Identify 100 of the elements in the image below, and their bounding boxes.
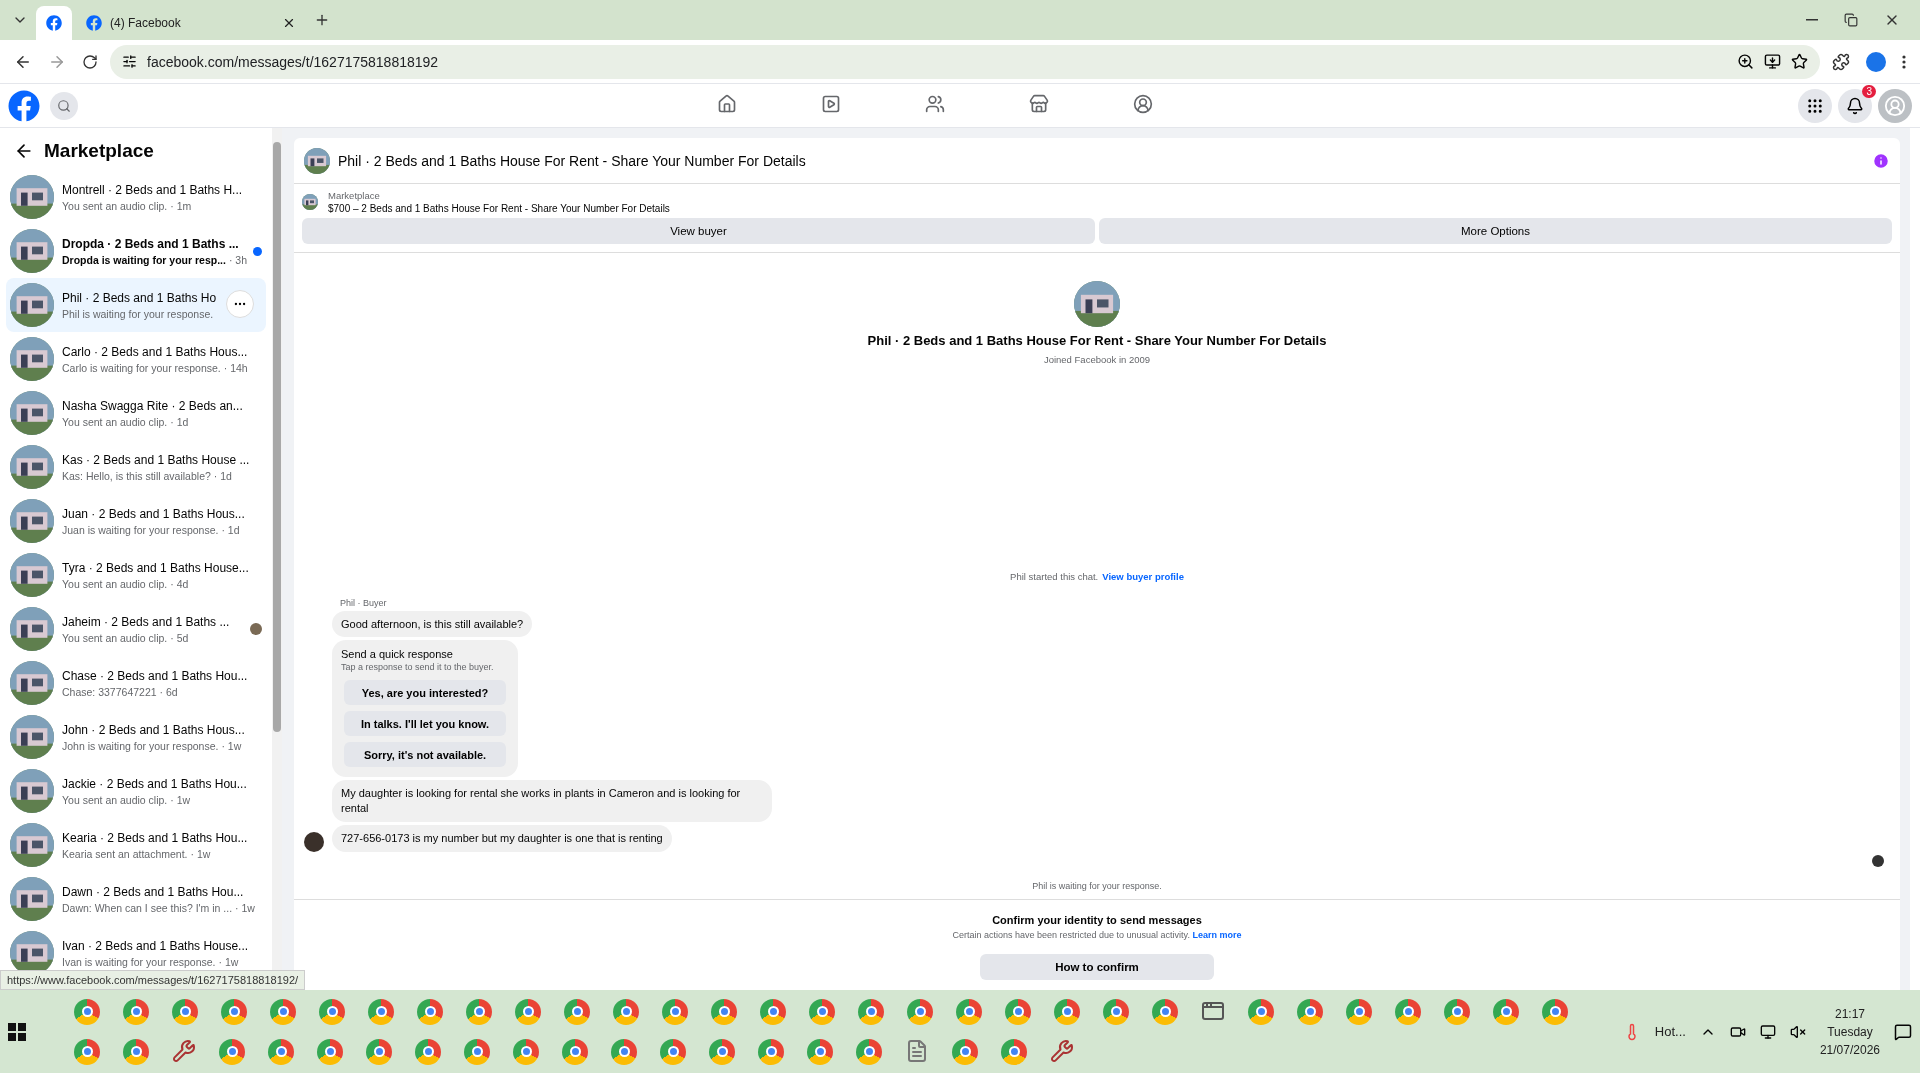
browser-icon[interactable] (1493, 998, 1519, 1025)
view-buyer-profile-link[interactable]: View buyer profile (1102, 570, 1184, 582)
browser-icon[interactable] (807, 1038, 833, 1065)
scrollbar[interactable] (1910, 128, 1920, 990)
conversation-item[interactable]: Phil · 2 Beds and 1 Baths Ho Phil is waiting for your response. (6, 278, 266, 332)
menu-grid-button[interactable] (1798, 88, 1832, 123)
browser-icon[interactable] (417, 998, 443, 1025)
notification-count: 3 (1862, 84, 1876, 98)
browser-icon[interactable] (219, 1038, 245, 1065)
conversation-item[interactable]: Montrell · 2 Beds and 1 Baths H... You sent an audio clip. · 1m (6, 170, 266, 224)
browser-icon[interactable] (711, 998, 737, 1025)
profile-avatar-icon (1866, 51, 1886, 72)
conversation-item[interactable]: Dropda · 2 Beds and 1 Baths ... Dropda is waiting for your resp... · 3h (6, 224, 266, 278)
message-preview: Juan is waiting for your response. (62, 523, 219, 536)
quick-response-button[interactable]: In talks. I'll let you know. (344, 711, 506, 737)
browser-icon[interactable] (952, 1038, 978, 1065)
browser-icon[interactable] (513, 1038, 539, 1065)
conversation-item[interactable]: Chase · 2 Beds and 1 Baths Hou... Chase: 3377647221 · 6d (6, 656, 266, 710)
how-to-confirm-button[interactable]: How to confirm (980, 954, 1214, 980)
message-time: · 1d (170, 415, 189, 428)
browser-icon[interactable] (613, 998, 639, 1025)
message-time: · 5d (170, 631, 189, 644)
weather-text[interactable]: Hot... (1654, 1024, 1686, 1039)
action-button[interactable]: More Options (1099, 218, 1892, 244)
browser-icon[interactable] (611, 1038, 637, 1065)
browser-icon[interactable] (515, 998, 541, 1025)
conversation-item[interactable]: Juan · 2 Beds and 1 Baths Hous... Juan is waiting for your response. · 1d (6, 494, 266, 548)
browser-icon[interactable] (270, 998, 296, 1025)
conversation-item[interactable]: Nasha Swagga Rite · 2 Beds an... You sent an audio clip. · 1d (6, 386, 266, 440)
browser-icon[interactable] (1152, 998, 1178, 1025)
conversation-title: Kas · 2 Beds and 1 Baths House ... (62, 452, 250, 467)
browser-icon[interactable] (123, 1038, 149, 1065)
home-icon (717, 94, 737, 114)
conversation-item[interactable]: Tyra · 2 Beds and 1 Baths House... You sent an audio clip. · 4d (6, 548, 266, 602)
browser-tab[interactable]: (4) Facebook (76, 6, 306, 40)
start-icon[interactable] (8, 1022, 26, 1041)
browser-icon[interactable] (172, 998, 198, 1025)
pinned-tab[interactable] (36, 6, 72, 40)
wrench-icon[interactable] (1050, 1038, 1074, 1063)
quick-response-button[interactable]: Yes, are you interested? (344, 680, 506, 706)
browser-icon[interactable] (1542, 998, 1568, 1025)
info-icon[interactable] (1872, 151, 1890, 170)
close-icon[interactable] (282, 16, 296, 30)
message-preview: Kearia sent an attachment. (62, 847, 188, 860)
browser-icon[interactable] (1395, 998, 1421, 1025)
listing-photo (10, 877, 54, 921)
listing-photo (1074, 281, 1120, 327)
browser-icon[interactable] (562, 1038, 588, 1065)
conversation-item[interactable]: Kas · 2 Beds and 1 Baths House ... Kas: Hello, is this still available? · 1d (6, 440, 266, 494)
browser-icon[interactable] (809, 998, 835, 1025)
browser-icon[interactable] (123, 998, 149, 1025)
browser-icon[interactable] (466, 998, 492, 1025)
message-time: · 1d (213, 469, 232, 482)
volume-muted-icon[interactable] (1789, 1023, 1806, 1040)
browser-icon[interactable] (74, 1038, 100, 1065)
conversation-item[interactable]: Jackie · 2 Beds and 1 Baths Hou... You sent an audio clip. · 1w (6, 764, 266, 818)
wrench-icon[interactable] (172, 1038, 196, 1063)
conversation-title: Nasha Swagga Rite · 2 Beds an... (62, 398, 243, 413)
search-button[interactable] (50, 91, 78, 120)
monitor-icon[interactable] (1759, 1023, 1776, 1040)
browser-icon[interactable] (415, 1038, 441, 1065)
browser-icon[interactable] (907, 998, 933, 1025)
learn-more-link[interactable]: Learn more (1192, 930, 1242, 940)
address-bar[interactable]: facebook.com/messages/t/1627175818818192 (110, 44, 1820, 79)
quick-response-button[interactable]: Sorry, it's not available. (344, 742, 506, 768)
conversation-item[interactable]: Dawn · 2 Beds and 1 Baths Hou... Dawn: When can I see this? I'm in ... · 1w (6, 872, 266, 926)
conversation-item[interactable]: Jaheim · 2 Beds and 1 Baths ... You sent an audio clip. · 5d (6, 602, 266, 656)
browser-icon[interactable] (317, 1038, 343, 1065)
browser-icon[interactable] (760, 998, 786, 1025)
browser-icon[interactable] (1346, 998, 1372, 1025)
message-preview: Chase: 3377647221 (62, 685, 157, 698)
browser-icon[interactable] (758, 1038, 784, 1065)
action-button[interactable]: View buyer (302, 218, 1095, 244)
browser-icon[interactable] (660, 1038, 686, 1065)
browser-icon[interactable] (74, 998, 100, 1025)
browser-icon[interactable] (1001, 1038, 1027, 1065)
conversation-item[interactable]: Carlo · 2 Beds and 1 Baths Hous... Carlo is waiting for your response. · 14h (6, 332, 266, 386)
browser-icon[interactable] (221, 998, 247, 1025)
browser-icon[interactable] (1103, 998, 1129, 1025)
browser-icon[interactable] (366, 1038, 392, 1065)
browser-icon[interactable] (1297, 998, 1323, 1025)
browser-icon[interactable] (709, 1038, 735, 1065)
message-preview: You sent an audio clip. (62, 199, 168, 212)
document-icon[interactable] (905, 1038, 929, 1063)
browser-icon[interactable] (1444, 998, 1470, 1025)
browser-icon[interactable] (268, 1038, 294, 1065)
notification-center-icon[interactable] (1894, 1022, 1912, 1041)
browser-icon[interactable] (1054, 998, 1080, 1025)
conversation-item[interactable]: Kearia · 2 Beds and 1 Baths Hou... Kearia sent an attachment. · 1w (6, 818, 266, 872)
browser-icon[interactable] (662, 998, 688, 1025)
browser-icon[interactable] (368, 998, 394, 1025)
browser-icon[interactable] (856, 1038, 882, 1065)
browser-icon[interactable] (1005, 998, 1031, 1025)
browser-icon[interactable] (956, 998, 982, 1025)
conversation-item[interactable]: John · 2 Beds and 1 Baths Hous... John is waiting for your response. · 1w (6, 710, 266, 764)
browser-icon[interactable] (319, 998, 345, 1025)
browser-icon[interactable] (1248, 998, 1274, 1025)
browser-icon[interactable] (464, 1038, 490, 1065)
browser-icon[interactable] (564, 998, 590, 1025)
browser-icon[interactable] (858, 998, 884, 1025)
